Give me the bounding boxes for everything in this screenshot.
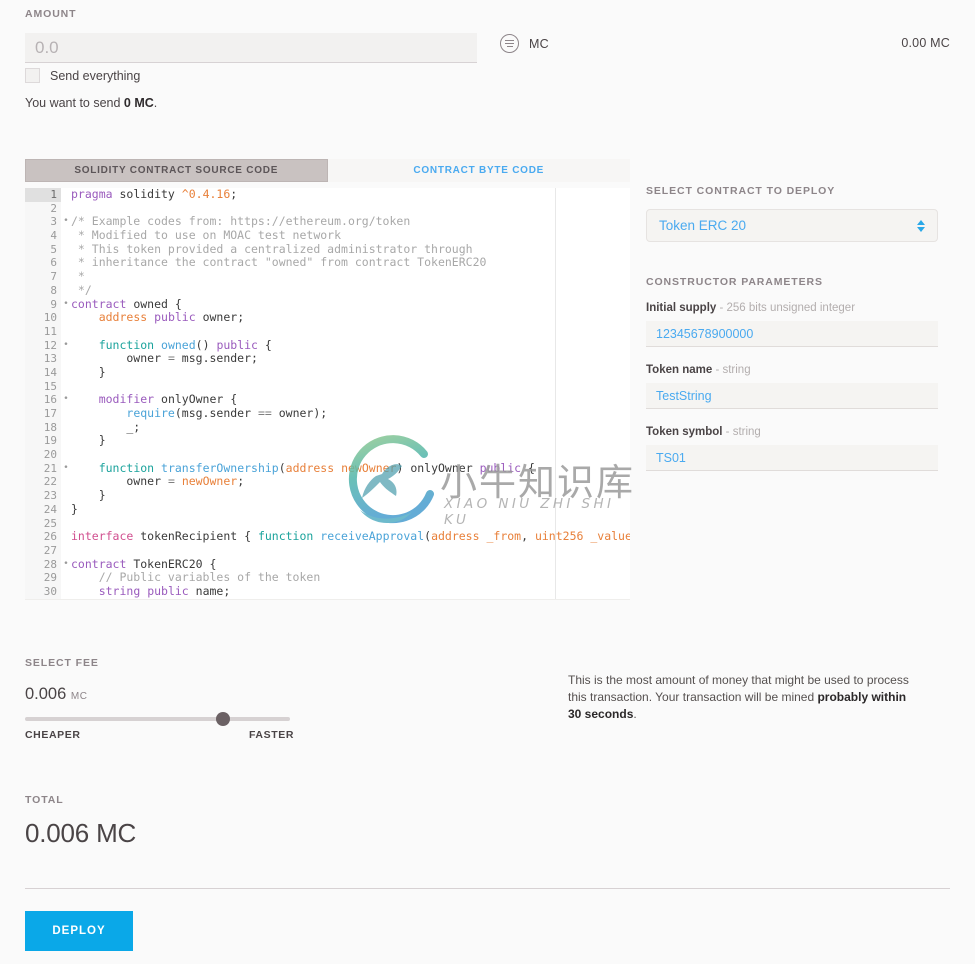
fee-slider-max-label: FASTER: [249, 729, 295, 741]
constructor-parameters-label: CONSTRUCTOR PARAMETERS: [646, 276, 823, 288]
param-input-token-symbol[interactable]: [646, 445, 938, 471]
balance-amount: 0.00 MC: [901, 36, 950, 50]
param-type-initial-supply: - 256 bits unsigned integer: [716, 302, 856, 314]
solidity-code-editor[interactable]: 1 2 3 4 5 6 7 8 9 10 11 12 13 14 15 16 17 18 19 20 21 22 23 24 2…: [25, 188, 630, 600]
total-amount: 0.006 MC: [25, 818, 137, 848]
amount-section-label: AMOUNT: [25, 8, 77, 20]
send-everything-checkbox[interactable]: [25, 68, 40, 83]
fee-amount: 0.006 MC: [25, 685, 87, 704]
send-summary-value: 0 MC: [123, 96, 154, 110]
code-tabs: SOLIDITY CONTRACT SOURCE CODE CONTRACT B…: [25, 159, 630, 182]
list-circle-icon: [500, 34, 519, 53]
select-fee-label: SELECT FEE: [25, 657, 99, 669]
currency-code: MC: [529, 36, 549, 51]
send-everything-row[interactable]: Send everything: [25, 68, 140, 83]
amount-input[interactable]: [25, 33, 477, 63]
param-label-token-symbol: Token symbol - string: [646, 426, 950, 438]
deploy-options-panel: SELECT CONTRACT TO DEPLOY Token ERC 20 C…: [646, 185, 950, 488]
send-summary-suffix: .: [153, 96, 158, 110]
fee-slider-thumb[interactable]: [216, 712, 230, 726]
fee-slider-min-label: CHEAPER: [25, 729, 81, 741]
param-label-initial-supply: Initial supply - 256 bits unsigned integ…: [646, 302, 950, 314]
send-everything-label: Send everything: [50, 68, 141, 83]
editor-code-area[interactable]: pragma solidity ^0.4.16; /* Example code…: [71, 188, 630, 599]
select-contract-label: SELECT CONTRACT TO DEPLOY: [646, 185, 836, 197]
editor-gutter: 1 2 3 4 5 6 7 8 9 10 11 12 13 14 15 16 17 18 19 20 21 22 23 24 2…: [25, 188, 61, 599]
deploy-contract-page: AMOUNT MC 0.00 MC Send everything You wa…: [0, 0, 975, 964]
param-name-token-symbol: Token symbol: [646, 426, 723, 438]
fee-amount-value: 0.006: [25, 685, 67, 703]
fee-slider-track[interactable]: [25, 717, 290, 721]
param-type-token-name: - string: [712, 364, 751, 376]
fee-slider[interactable]: [25, 712, 290, 726]
tab-solidity-source[interactable]: SOLIDITY CONTRACT SOURCE CODE: [25, 159, 328, 182]
fee-description: This is the most amount of money that mi…: [568, 672, 918, 723]
param-label-token-name: Token name - string: [646, 364, 950, 376]
footer-divider: [25, 888, 950, 889]
param-input-initial-supply[interactable]: [646, 321, 938, 347]
fee-description-part2: .: [633, 707, 637, 721]
chevron-updown-icon: [917, 219, 925, 232]
param-type-token-symbol: - string: [722, 426, 761, 438]
contract-select-value: Token ERC 20: [659, 218, 747, 233]
fee-amount-unit: MC: [70, 691, 88, 702]
send-summary: You want to send 0 MC.: [25, 96, 157, 110]
tab-contract-byte-code[interactable]: CONTRACT BYTE CODE: [327, 159, 630, 182]
send-summary-prefix: You want to send: [25, 96, 124, 110]
currency-selector[interactable]: MC: [500, 34, 549, 53]
deploy-button[interactable]: DEPLOY: [25, 911, 133, 951]
param-name-token-name: Token name: [646, 364, 713, 376]
editor-print-margin: [555, 188, 556, 599]
param-input-token-name[interactable]: [646, 383, 938, 409]
editor-fold-column[interactable]: • • • • • •: [61, 188, 71, 599]
contract-select-dropdown[interactable]: Token ERC 20: [646, 209, 938, 242]
param-name-initial-supply: Initial supply: [646, 302, 717, 314]
total-label: TOTAL: [25, 794, 64, 806]
